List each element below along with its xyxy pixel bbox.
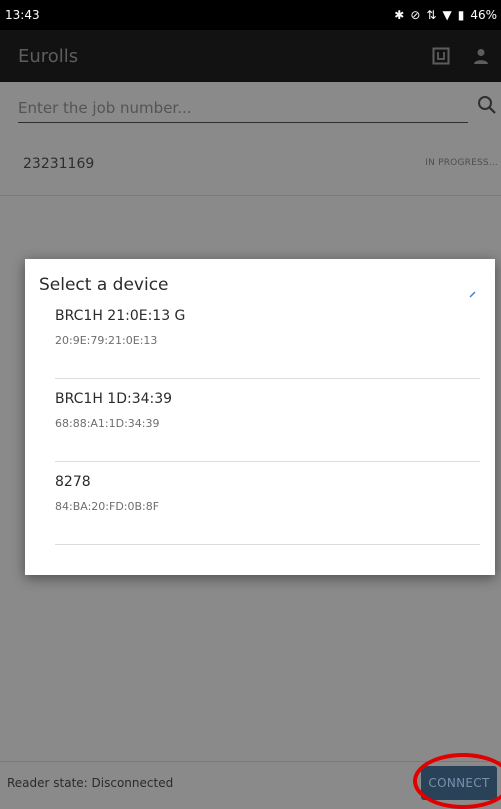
battery-icon: ▮ [457,8,465,22]
battery-percent: 46% [470,8,497,22]
job-number: 23231169 [23,156,95,172]
device-address: 20:9E:79:21:0E:13 [55,334,158,347]
app-actions [421,30,501,82]
wifi-icon: ▼ [442,8,452,22]
device-name: BRC1H 21:0E:13 G [55,308,186,324]
device-name: BRC1H 1D:34:39 [55,391,173,407]
status-icons: ✱ ⊘ ⇅ ▼ ▮ 46% [394,8,497,22]
divider [55,544,480,545]
device-item[interactable]: BRC1H 21:0E:13 G 20:9E:79:21:0E:13 [25,296,495,379]
loading-spinner-icon [469,283,477,298]
bottom-bar: Reader state: Disconnected CONNECT [0,761,501,803]
device-item[interactable]: BRC1H 1D:34:39 68:88:A1:1D:34:39 [25,379,495,462]
status-bar: 13:43 ✱ ⊘ ⇅ ▼ ▮ 46% [0,0,501,30]
reader-state: Reader state: Disconnected [7,776,174,790]
connect-button[interactable]: CONNECT [421,766,497,800]
job-status: IN PROGRESS... [425,158,498,168]
nfc-icon[interactable] [421,36,461,76]
search-icon[interactable] [477,94,501,120]
search-bar [0,82,501,139]
bluetooth-icon: ✱ [394,8,405,22]
signal-icon: ⇅ [426,8,437,22]
select-device-dialog: Select a device BRC1H 21:0E:13 G 20:9E:7… [25,259,495,575]
job-search-input[interactable] [18,94,468,123]
job-list-item[interactable]: 23231169 IN PROGRESS... [0,138,501,196]
device-address: 84:BA:20:FD:0B:8F [55,500,160,513]
app-bar: Eurolls [0,30,501,82]
mute-icon: ⊘ [410,8,421,22]
dialog-title: Select a device [39,275,169,295]
person-icon[interactable] [461,36,501,76]
device-item[interactable]: 8278 84:BA:20:FD:0B:8F [25,462,495,545]
status-time: 13:43 [5,8,40,22]
app-title: Eurolls [18,45,79,67]
device-name: 8278 [55,474,91,490]
device-address: 68:88:A1:1D:34:39 [55,417,160,430]
